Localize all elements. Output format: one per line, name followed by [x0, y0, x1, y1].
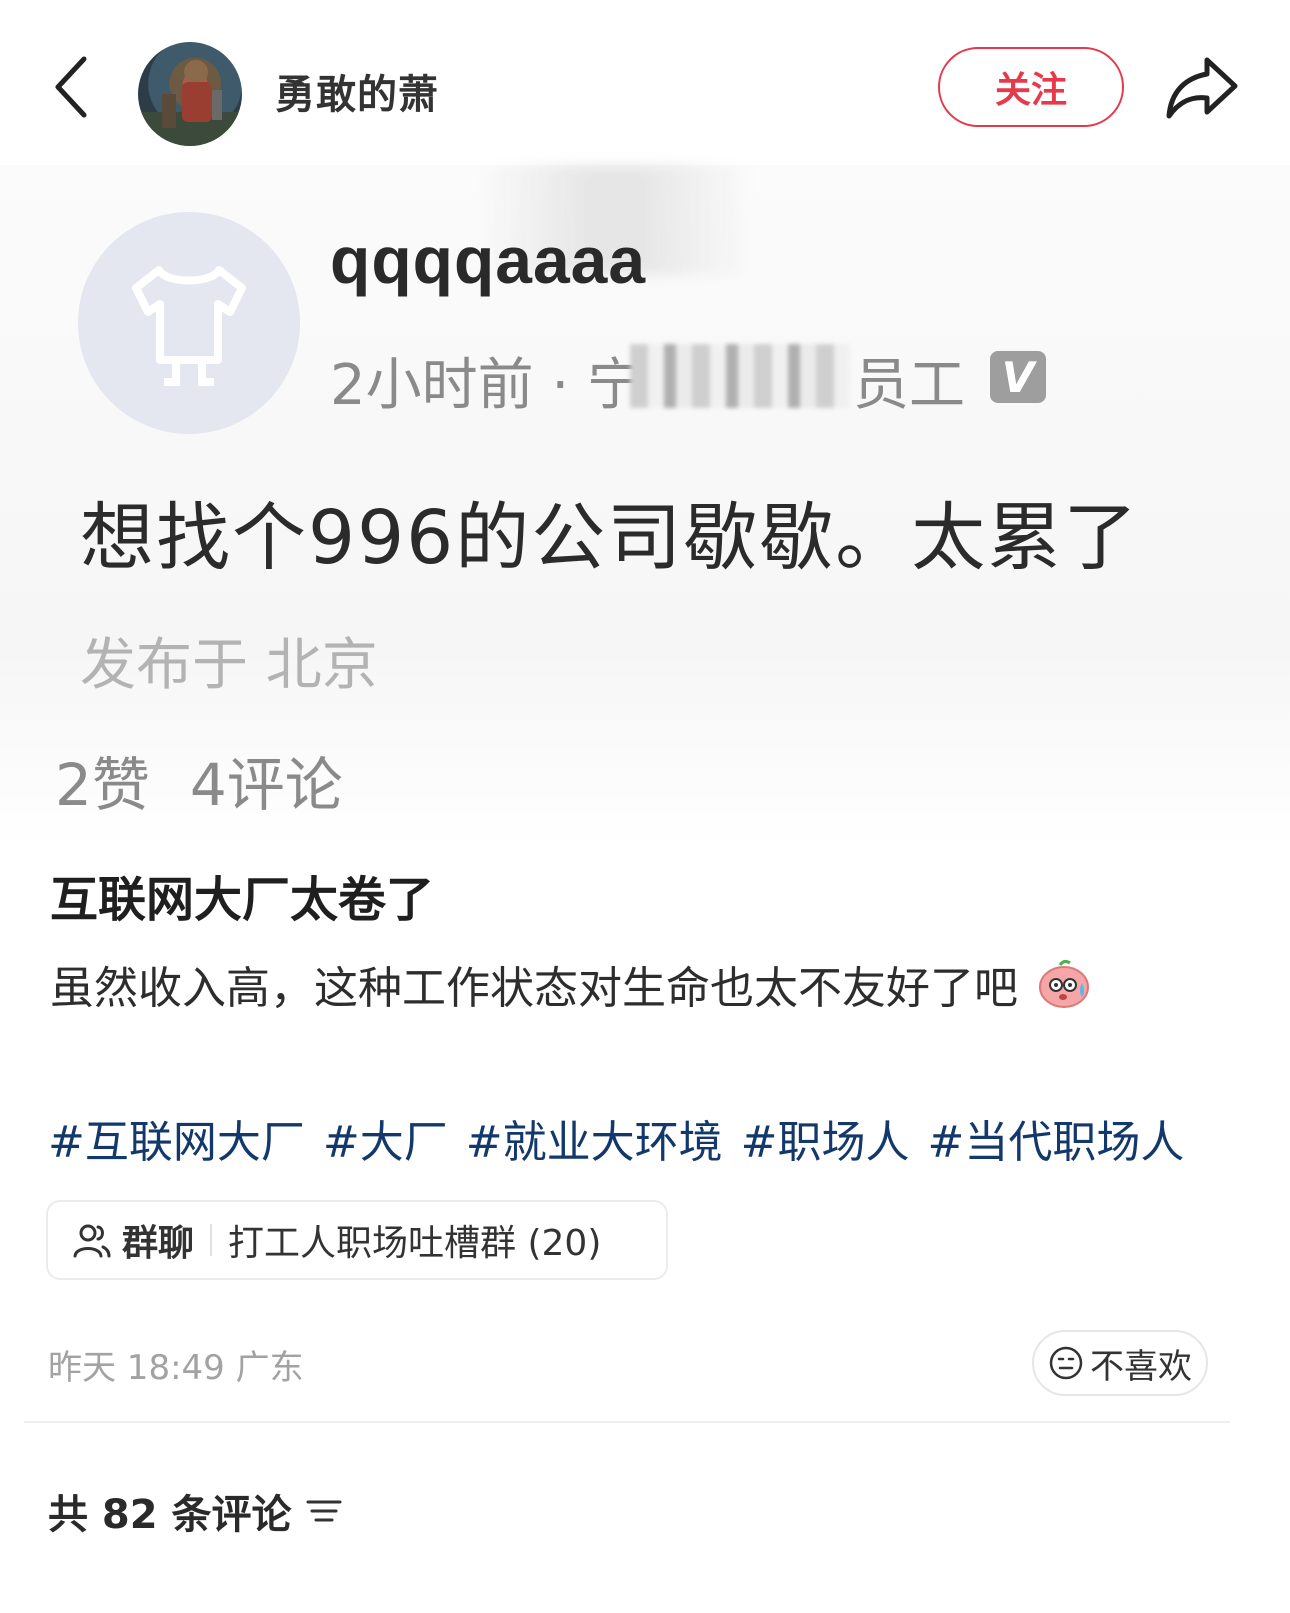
verified-badge: V: [990, 351, 1046, 403]
comments-count: 共 82 条评论: [48, 1492, 292, 1538]
sweating-face-emoji-icon: [1039, 959, 1089, 1008]
note-body: 虽然收入高，这种工作状态对生命也太不友好了吧: [50, 952, 1092, 1016]
group-chat-link[interactable]: 群聊 打工人职场吐槽群 (20): [46, 1200, 668, 1280]
dislike-label: 不喜欢: [1090, 1346, 1192, 1387]
hashtag[interactable]: #大厂: [323, 1117, 448, 1168]
quoted-meta-suffix: 员工: [853, 353, 966, 418]
hashtag[interactable]: #就业大环境: [466, 1117, 723, 1168]
quoted-meta-prefix: 2小时前 · 宁: [330, 353, 644, 418]
quoted-comments: 4评论: [189, 751, 343, 819]
neutral-face-icon: [1049, 1346, 1083, 1380]
author-name[interactable]: 勇敢的萧: [275, 62, 439, 120]
quoted-likes: 2赞: [55, 751, 150, 819]
comments-header: 共 82 条评论: [48, 1482, 344, 1540]
hashtag[interactable]: #职场人: [741, 1117, 910, 1168]
note-body-text: 虽然收入高，这种工作状态对生命也太不友好了吧: [50, 963, 1018, 1014]
hashtag[interactable]: #互联网大厂: [48, 1117, 305, 1168]
sort-icon[interactable]: [304, 1494, 344, 1528]
quoted-post-text: 想找个996的公司歇歇。太累了: [80, 495, 1140, 581]
hashtag-list: #互联网大厂 #大厂 #就业大环境 #职场人 #当代职场人: [48, 1106, 1202, 1170]
share-button[interactable]: [1163, 52, 1243, 122]
share-icon: [1166, 57, 1238, 119]
dislike-button[interactable]: 不喜欢: [1032, 1330, 1208, 1396]
quoted-user-avatar: [78, 212, 300, 434]
quoted-username: qqqqaaaa: [330, 223, 647, 297]
author-avatar[interactable]: [138, 42, 242, 146]
quoted-location: 发布于 北京: [80, 633, 378, 698]
quoted-stats: 2赞 4评论: [55, 738, 383, 822]
group-users-icon: [73, 1224, 111, 1258]
tshirt-icon: [132, 266, 246, 386]
section-divider: [24, 1421, 1230, 1423]
chevron-left-icon: [55, 56, 87, 118]
group-chat-divider: [210, 1224, 213, 1256]
redacted-company: [630, 344, 850, 408]
avatar-image: [138, 60, 242, 146]
post-time-location: 昨天 18:49 广东: [48, 1348, 304, 1388]
note-title: 互联网大厂太卷了: [50, 872, 435, 928]
top-bar: 勇敢的萧 关注: [0, 0, 1290, 180]
group-chat-name: 打工人职场吐槽群 (20): [228, 1223, 602, 1264]
back-button[interactable]: [40, 45, 110, 125]
follow-button[interactable]: 关注: [938, 47, 1124, 127]
group-chat-label: 群聊: [122, 1223, 195, 1264]
hashtag[interactable]: #当代职场人: [928, 1117, 1185, 1168]
